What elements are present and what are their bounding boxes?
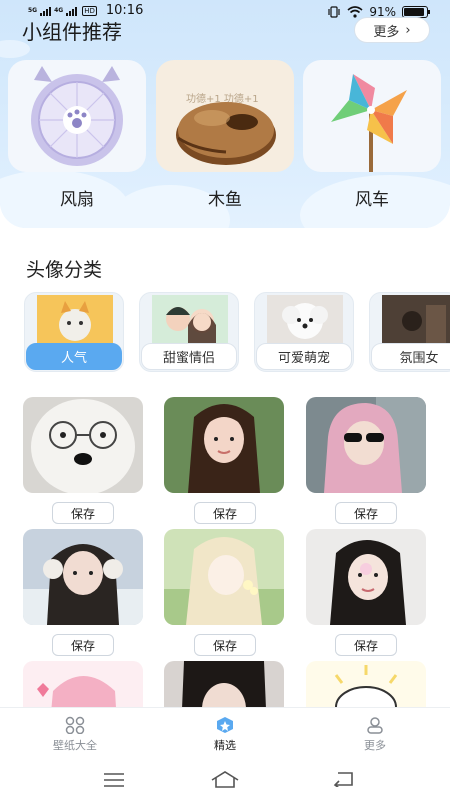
- more-widgets-button[interactable]: 更多 ›: [354, 17, 430, 43]
- category-label: 甜蜜情侣: [141, 343, 237, 370]
- save-button[interactable]: 保存: [194, 634, 256, 656]
- avatar-picture: [23, 529, 143, 625]
- avatar-image-girl-sparkle[interactable]: [306, 529, 426, 625]
- signal-bars-icon: [40, 6, 52, 16]
- person-icon: [367, 717, 383, 734]
- avatar-picture: [23, 397, 143, 493]
- avatar-image-girl-dark-hair[interactable]: [164, 661, 284, 707]
- pinwheel-icon: [331, 74, 407, 172]
- widget-card-wooden-fish[interactable]: 功德+1 功德+1: [156, 60, 294, 172]
- category-popular[interactable]: 人气: [24, 292, 124, 372]
- widget-label-wooden-fish: 木鱼: [208, 190, 242, 210]
- tab-featured[interactable]: 精选: [180, 716, 270, 753]
- tab-wallpapers[interactable]: 壁纸大全: [30, 716, 120, 753]
- avatar-picture: [23, 661, 143, 707]
- avatar-section-title: 头像分类: [26, 259, 103, 281]
- category-couples-image: [152, 295, 228, 345]
- wooden-fish-icon: 功德+1 功德+1: [176, 92, 276, 165]
- save-button[interactable]: 保存: [194, 502, 256, 524]
- tab-label: 壁纸大全: [53, 739, 97, 752]
- home-icon[interactable]: [210, 770, 240, 788]
- wifi-icon: [347, 6, 363, 18]
- widget-card-fan[interactable]: [8, 60, 146, 172]
- menu-icon[interactable]: [103, 772, 125, 788]
- save-button[interactable]: 保存: [52, 634, 114, 656]
- hd-badge: HD: [82, 5, 97, 16]
- category-vibe-girl[interactable]: 氛围女: [369, 292, 450, 372]
- star-badge-icon: [217, 717, 233, 733]
- category-label: 人气: [26, 343, 122, 370]
- category-label: 氛围女: [371, 343, 450, 370]
- category-label: 可爱萌宠: [256, 343, 352, 370]
- signal-5g-label: 5G: [28, 7, 38, 14]
- avatar-image-anime-girl-flowers[interactable]: [164, 529, 284, 625]
- avatar-image-girl-pink-scarf[interactable]: [306, 397, 426, 493]
- category-cute-pets[interactable]: 可爱萌宠: [254, 292, 354, 372]
- avatar-image-cartoon-sun-cloud[interactable]: [306, 661, 426, 707]
- avatar-image-anime-pink-hair[interactable]: [23, 661, 143, 707]
- bottom-tab-bar: 壁纸大全 精选 更多: [0, 707, 450, 762]
- avatar-image-girl-long-hair[interactable]: [164, 397, 284, 493]
- vibrate-icon: [328, 6, 340, 18]
- avatar-picture: [306, 661, 426, 707]
- category-popular-image: [37, 295, 113, 345]
- signal-bars-icon: [66, 6, 78, 16]
- avatar-picture: [306, 529, 426, 625]
- category-couples[interactable]: 甜蜜情侣: [139, 292, 239, 372]
- avatar-picture: [306, 397, 426, 493]
- fan-icon: [31, 66, 123, 166]
- signal-4g-label: 4G: [54, 7, 64, 14]
- avatar-picture: [164, 529, 284, 625]
- tab-label: 更多: [364, 739, 386, 752]
- avatar-image-dog-glasses[interactable]: [23, 397, 143, 493]
- save-button[interactable]: 保存: [52, 502, 114, 524]
- category-vibe-girl-image: [382, 295, 450, 345]
- more-button-label: 更多: [373, 24, 400, 40]
- widget-label-pinwheel: 风车: [355, 190, 389, 210]
- category-cute-pets-image: [267, 295, 343, 345]
- tab-more[interactable]: 更多: [330, 716, 420, 753]
- widget-section-title: 小组件推荐: [22, 20, 122, 44]
- widget-card-pinwheel[interactable]: [303, 60, 441, 172]
- chevron-right-icon: ›: [405, 22, 411, 38]
- avatar-picture: [164, 661, 284, 707]
- widget-label-fan: 风扇: [60, 190, 94, 210]
- back-icon[interactable]: [332, 771, 354, 787]
- system-navigation-bar: [0, 762, 450, 800]
- grid-icon: [65, 716, 85, 734]
- save-button[interactable]: 保存: [335, 634, 397, 656]
- avatar-picture: [164, 397, 284, 493]
- tab-label: 精选: [214, 739, 236, 752]
- avatar-image-girl-earmuffs[interactable]: [23, 529, 143, 625]
- save-button[interactable]: 保存: [335, 502, 397, 524]
